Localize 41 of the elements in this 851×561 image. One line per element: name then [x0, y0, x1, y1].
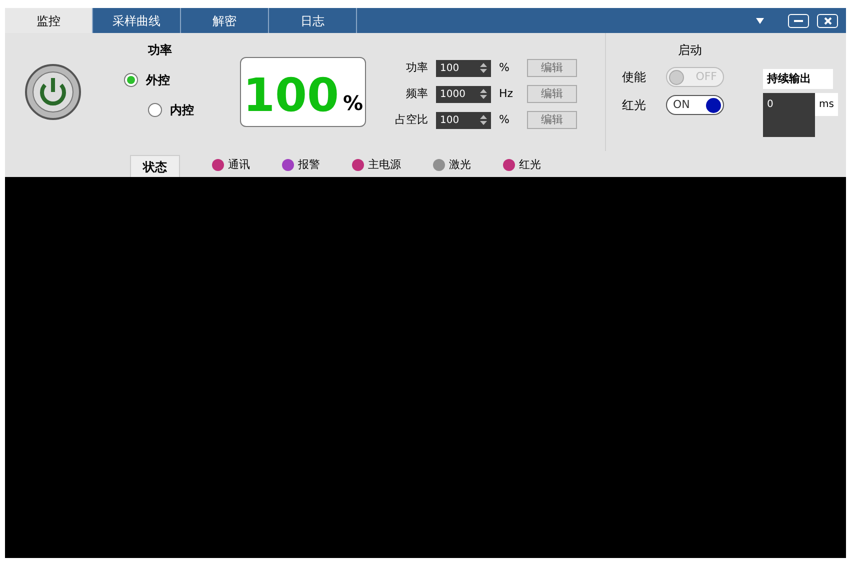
radio-option[interactable]: 外控 — [124, 71, 240, 89]
section-title: 启动 — [677, 42, 702, 59]
close-icon — [824, 16, 832, 24]
section-title: 功率 — [147, 42, 173, 59]
status-label: 红光 — [519, 156, 541, 172]
spin-field[interactable]: 100 — [436, 112, 491, 128]
switch-label: 使能 — [622, 69, 647, 86]
switch-label: 红光 — [622, 97, 647, 114]
spin-field[interactable]: 100 — [436, 60, 491, 76]
power-value: 100 — [242, 72, 339, 118]
unit-label: Hz — [499, 86, 514, 102]
toggle-knob — [669, 70, 684, 84]
radio-option[interactable]: 内控 — [124, 101, 240, 119]
spinner-icon[interactable] — [480, 114, 487, 126]
dropdown-icon[interactable] — [756, 18, 764, 24]
status-label: 主电源 — [368, 156, 401, 172]
output-mode-dropdown[interactable]: 持续输出 — [763, 69, 833, 89]
tab[interactable]: 监控 — [5, 8, 93, 33]
parameter-label: 功率 — [405, 60, 428, 76]
toggle-knob — [706, 98, 721, 112]
power-button-icon[interactable] — [24, 63, 82, 121]
status-label: 激光 — [449, 156, 471, 172]
status-tab[interactable]: 状态 — [130, 155, 180, 177]
power-unit: % — [342, 90, 364, 117]
unit-label: % — [499, 112, 510, 128]
parameter-label: 频率 — [405, 86, 428, 102]
unit-label: ms — [815, 93, 838, 116]
spinner-icon[interactable] — [480, 88, 487, 100]
minimize-button[interactable] — [788, 14, 809, 28]
close-button[interactable] — [817, 14, 838, 28]
status-label: 通讯 — [228, 156, 250, 172]
edit-button[interactable]: 编辑 — [527, 111, 577, 129]
parameter-label: 占空比 — [394, 112, 428, 128]
spin-field[interactable]: 1000 — [436, 86, 491, 102]
unit-label: % — [499, 60, 510, 76]
edit-button[interactable]: 编辑 — [527, 59, 577, 77]
duration-field[interactable]: 0 — [763, 93, 815, 137]
spinner-icon[interactable] — [480, 62, 487, 74]
toggle-switch[interactable]: ON — [666, 95, 724, 115]
edit-button[interactable]: 编辑 — [527, 85, 577, 103]
status-label: 报警 — [298, 156, 320, 172]
